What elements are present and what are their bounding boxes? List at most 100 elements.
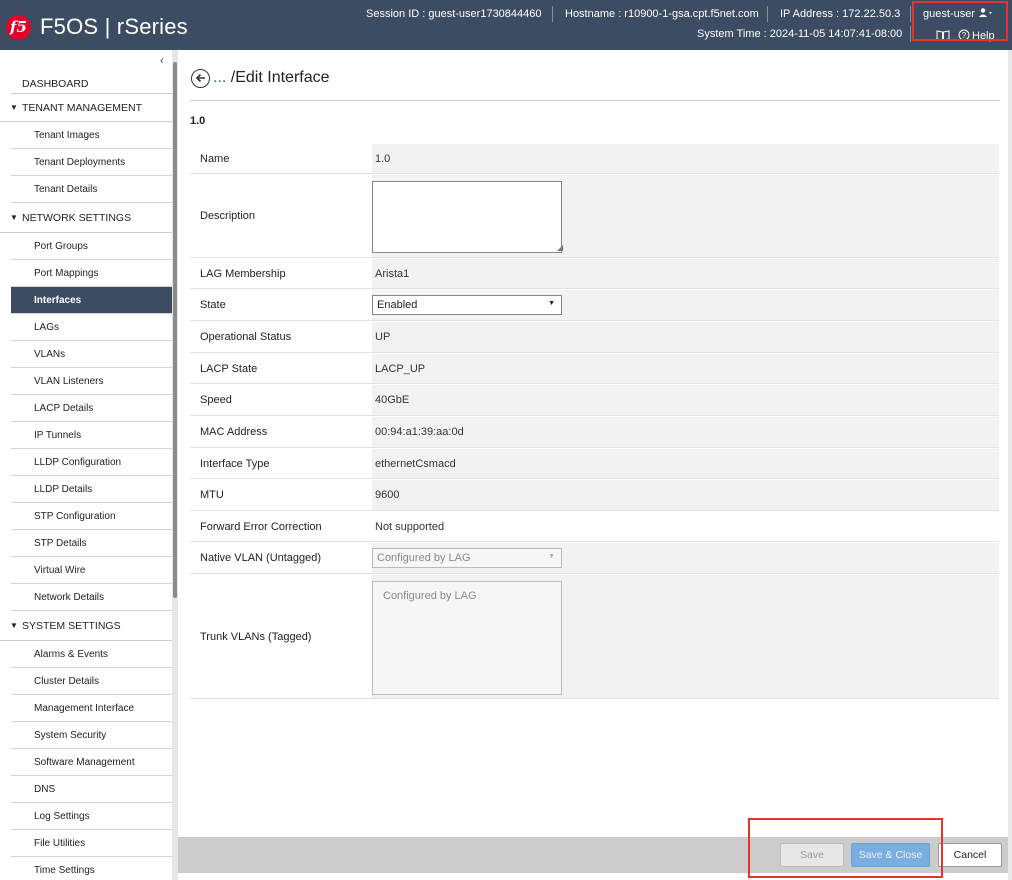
sidebar-item-alarms-events[interactable]: Alarms & Events	[11, 641, 172, 668]
section-label: SYSTEM SETTINGS	[22, 620, 121, 632]
interface-heading: 1.0	[190, 115, 206, 127]
dropdown-arrow-icon: ▼	[548, 300, 555, 307]
trunk-vlans-list: Configured by LAG	[372, 581, 562, 695]
sidebar-item-file-utilities[interactable]: File Utilities	[11, 830, 172, 857]
sidebar-item-lags[interactable]: LAGs	[11, 314, 172, 341]
breadcrumb-parent-link[interactable]: ...	[213, 69, 226, 86]
native-vlan-label: Native VLAN (Untagged)	[200, 552, 322, 564]
sidebar-item-virtual-wire[interactable]: Virtual Wire	[11, 557, 172, 584]
system-time: System Time : 2024-11-05 14:07:41-08:00	[697, 28, 903, 40]
form-row-interface-type: Interface Type ethernetCsmacd	[190, 449, 999, 480]
sidebar-section-system-settings[interactable]: ▼ SYSTEM SETTINGS	[0, 611, 172, 641]
back-button[interactable]	[191, 69, 210, 88]
field-label: Speed	[190, 385, 372, 416]
sidebar-item-lacp-details[interactable]: LACP Details	[11, 395, 172, 422]
sidebar-item-vlan-listeners[interactable]: VLAN Listeners	[11, 368, 172, 395]
section-label: NETWORK SETTINGS	[22, 212, 132, 224]
sidebar-item-dashboard[interactable]: DASHBOARD	[11, 66, 172, 94]
arrow-left-icon	[195, 73, 205, 83]
native-vlan-select: Configured by LAG ▼	[372, 548, 562, 568]
app-title: F5OS | rSeries	[40, 14, 188, 39]
field-label: Name	[190, 144, 372, 174]
sidebar-item-stp-details[interactable]: STP Details	[11, 530, 172, 557]
mac-label: MAC Address	[200, 426, 268, 438]
sidebar-scroll-thumb[interactable]	[173, 62, 177, 598]
cancel-button[interactable]: Cancel	[938, 843, 1002, 867]
sidebar-item-interfaces[interactable]: Interfaces	[11, 287, 172, 314]
trunk-vlans-value: Configured by LAG	[383, 590, 477, 602]
description-textarea[interactable]	[372, 181, 562, 253]
sidebar-item-software-management[interactable]: Software Management	[11, 749, 172, 776]
lacp-label: LACP State	[200, 362, 258, 375]
sidebar-item-lldp-details[interactable]: LLDP Details	[11, 476, 172, 503]
save-buttons-highlight-box	[748, 818, 943, 878]
field-value: UP	[372, 322, 999, 353]
form-row-lacp-state: LACP State LACP_UP	[190, 354, 999, 385]
user-highlight-box	[912, 1, 1008, 41]
sidebar: ‹ DASHBOARD ▼ TENANT MANAGEMENT Tenant Im…	[0, 50, 178, 880]
ip-address: IP Address : 172.22.50.3	[780, 8, 901, 20]
sidebar-item-vlans[interactable]: VLANs	[11, 341, 172, 368]
caret-down-icon: ▼	[10, 213, 18, 222]
form-row-native-vlan: Native VLAN (Untagged) Configured by LAG…	[190, 543, 999, 575]
title-divider	[190, 100, 1000, 101]
field-label: Trunk VLANs (Tagged)	[190, 575, 372, 699]
sidebar-item-tenant-images[interactable]: Tenant Images	[11, 122, 172, 149]
sidebar-item-port-mappings[interactable]: Port Mappings	[11, 260, 172, 287]
state-selected-value: Enabled	[377, 299, 418, 311]
sidebar-section-network-settings[interactable]: ▼ NETWORK SETTINGS	[0, 203, 172, 233]
field-value: 1.0	[372, 144, 999, 174]
field-label: LAG Membership	[190, 259, 372, 289]
field-label: Description	[190, 175, 372, 258]
sidebar-item-ip-tunnels[interactable]: IP Tunnels	[11, 422, 172, 449]
field-label: MTU	[190, 480, 372, 511]
sidebar-item-network-details[interactable]: Network Details	[11, 584, 172, 611]
dropdown-arrow-icon: ▼	[548, 553, 555, 560]
field-label: Native VLAN (Untagged)	[190, 543, 372, 574]
field-value: Not supported	[372, 512, 999, 542]
sidebar-section-tenant-management[interactable]: ▼ TENANT MANAGEMENT	[0, 94, 172, 122]
form-row-mac: MAC Address 00:94:a1:39:aa:0d	[190, 417, 999, 449]
sidebar-item-lldp-configuration[interactable]: LLDP Configuration	[11, 449, 172, 476]
form-row-speed: Speed 40GbE	[190, 385, 999, 417]
form-row-lag: LAG Membership Arista1	[190, 259, 999, 290]
sidebar-item-tenant-details[interactable]: Tenant Details	[11, 176, 172, 203]
opstatus-value: UP	[375, 331, 391, 343]
header-divider	[910, 6, 911, 22]
f5-logo: f5	[6, 15, 31, 40]
field-value: Enabled ▼	[372, 290, 999, 321]
field-value: 00:94:a1:39:aa:0d	[372, 417, 999, 448]
resize-handle-icon[interactable]: ◢	[557, 243, 998, 256]
sidebar-item-stp-configuration[interactable]: STP Configuration	[11, 503, 172, 530]
sidebar-item-log-settings[interactable]: Log Settings	[11, 803, 172, 830]
field-label: Forward Error Correction	[190, 512, 372, 542]
top-header: f5 F5OS | rSeries Session ID : guest-use…	[0, 0, 1012, 50]
main-content: ... /Edit Interface 1.0 Name 1.0 Descrip…	[178, 50, 1012, 840]
description-label: Description	[200, 210, 256, 222]
lacp-value: LACP_UP	[375, 362, 426, 375]
opstatus-label: Operational Status	[200, 331, 292, 343]
header-divider	[910, 26, 911, 42]
field-label: Operational Status	[190, 322, 372, 353]
form-row-description: Description ◢	[190, 175, 999, 259]
state-select[interactable]: Enabled ▼	[372, 295, 562, 315]
sidebar-item-management-interface[interactable]: Management Interface	[11, 695, 172, 722]
sidebar-item-system-security[interactable]: System Security	[11, 722, 172, 749]
lag-value: Arista1	[375, 267, 410, 280]
form-row-mtu: MTU 9600	[190, 480, 999, 512]
field-value: Configured by LAG ▼	[372, 543, 999, 574]
field-value: 9600	[372, 480, 999, 511]
sidebar-item-time-settings[interactable]: Time Settings	[11, 857, 172, 880]
hostname: Hostname : r10900-1-gsa.cpt.f5net.com	[565, 8, 759, 20]
sidebar-nav: DASHBOARD ▼ TENANT MANAGEMENT Tenant Imag…	[0, 66, 172, 880]
lag-label: LAG Membership	[200, 267, 286, 280]
field-value: Configured by LAG	[372, 575, 999, 699]
field-value: ◢	[372, 175, 999, 258]
section-label: TENANT MANAGEMENT	[22, 102, 142, 114]
sidebar-item-tenant-deployments[interactable]: Tenant Deployments	[11, 149, 172, 176]
field-value: LACP_UP	[372, 354, 999, 384]
sidebar-item-port-groups[interactable]: Port Groups	[11, 233, 172, 260]
sidebar-item-dns[interactable]: DNS	[11, 776, 172, 803]
page-title: /Edit Interface	[226, 69, 330, 86]
sidebar-item-cluster-details[interactable]: Cluster Details	[11, 668, 172, 695]
